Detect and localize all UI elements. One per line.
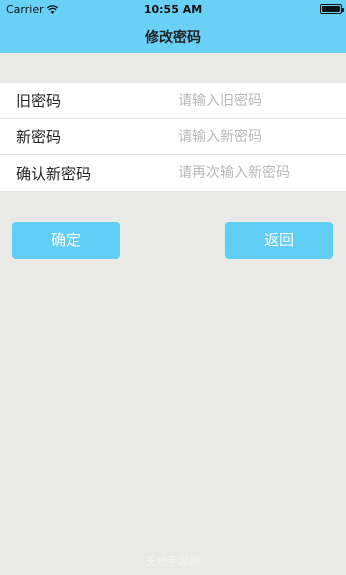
page-title: 修改密码 — [145, 30, 201, 46]
confirm-password-row: 确认新密码 — [0, 155, 346, 191]
battery-icon — [320, 4, 344, 14]
old-password-field[interactable] — [178, 85, 338, 116]
new-password-row: 新密码 — [0, 119, 346, 155]
status-bar: Carrier 10:55 AM — [0, 0, 346, 18]
new-password-field[interactable] — [178, 121, 338, 152]
confirm-password-label: 确认新密码 — [16, 164, 92, 183]
old-password-row: 旧密码 — [0, 83, 346, 119]
password-form: 旧密码 新密码 确认新密码 — [0, 83, 346, 191]
back-button[interactable]: 返回 — [225, 222, 333, 259]
top-bar: Carrier 10:55 AM 修改密码 — [0, 0, 346, 53]
new-password-label: 新密码 — [16, 128, 62, 146]
watermark: 天地手游网 — [145, 555, 201, 568]
confirm-password-field[interactable] — [178, 158, 338, 188]
change-password-screen: Carrier 10:55 AM 修改密码 旧密码 新密码 确认新密码 确定 返… — [0, 0, 346, 575]
confirm-button[interactable]: 确定 — [12, 222, 120, 259]
status-time: 10:55 AM — [143, 3, 203, 16]
old-password-label: 旧密码 — [16, 92, 62, 110]
